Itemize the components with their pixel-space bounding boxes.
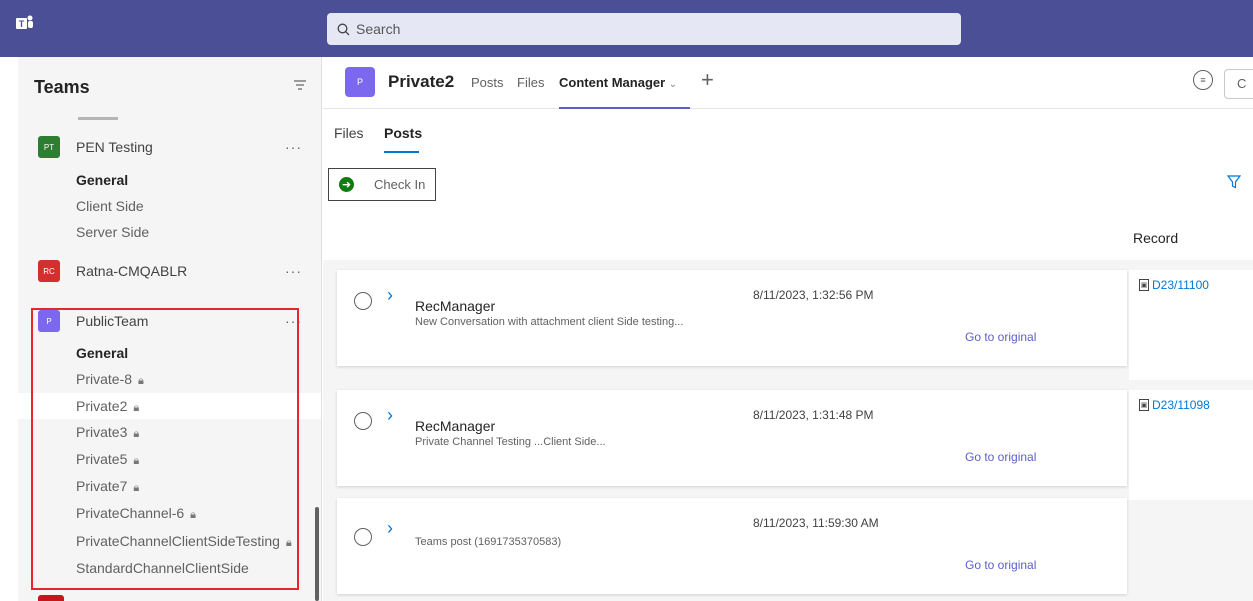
toolbar-area: Files Posts ➜ Check In Record [323,110,1253,260]
post-date: 8/11/2023, 1:32:56 PM [753,288,874,302]
check-in-label: Check In [374,177,426,192]
team-avatar: RC [38,260,60,282]
sidebar-header: Teams [18,57,321,117]
tab-label: Content Manager [559,75,666,90]
select-radio[interactable] [354,292,372,310]
record-link[interactable]: ▣ D23/11100 [1139,278,1209,292]
post-body: Private Channel Testing ...Client Side..… [415,436,606,448]
channel-title: Private2 [388,72,455,91]
title-bar: T Search [0,0,1253,57]
team-avatar: PT [38,136,60,158]
content-manager-panel: Files Posts ➜ Check In Record › RecManag… [323,110,1253,601]
subtab-posts[interactable]: Posts [384,125,422,141]
team-avatar-partial [38,595,64,601]
check-in-button[interactable]: ➜ Check In [328,168,436,201]
document-icon: ▣ [1139,399,1149,411]
teams-sidebar: Teams PT PEN Testing ··· General Client … [18,57,322,601]
more-options-icon[interactable]: ··· [285,139,302,155]
chevron-right-icon[interactable]: › [387,518,393,539]
search-icon [337,23,350,35]
add-tab-icon[interactable]: + [701,67,714,93]
search-input[interactable]: Search [327,13,961,45]
post-card[interactable]: › RecManager New Conversation with attac… [337,270,1127,366]
post-author: RecManager [415,298,496,314]
arrow-right-icon: ➜ [339,177,354,192]
record-cell: ▣ D23/11100 [1129,270,1253,380]
filter-icon[interactable] [293,78,307,96]
post-body: Teams post (1691735370583) [415,536,562,548]
go-to-original-link[interactable]: Go to original [965,330,1036,344]
scroll-fade [78,117,118,120]
team-name: Ratna-CMQABLR [76,263,188,279]
chevron-right-icon[interactable]: › [387,405,393,426]
chevron-right-icon[interactable]: › [387,285,393,306]
sidebar-title: Teams [34,76,90,97]
post-card[interactable]: › RecManager Private Channel Testing ...… [337,390,1127,486]
channel-client-side[interactable]: Client Side [76,193,144,219]
go-to-original-link[interactable]: Go to original [965,558,1036,572]
active-tab-indicator [559,107,690,109]
svg-text:T: T [19,19,25,29]
header-button-partial[interactable]: C [1224,69,1253,99]
channel-server-side[interactable]: Server Side [76,219,149,245]
chevron-down-icon[interactable]: ⌄ [669,79,677,90]
post-card[interactable]: › Teams post (1691735370583) 8/11/2023, … [337,498,1127,594]
team-pen-testing[interactable]: PT PEN Testing ··· [18,133,321,161]
subtab-files[interactable]: Files [334,125,364,141]
record-column-header: Record [1133,230,1179,246]
select-radio[interactable] [354,528,372,546]
record-cell: ▣ D23/11098 [1129,390,1253,500]
post-date: 8/11/2023, 11:59:30 AM [753,516,879,530]
highlight-annotation [31,308,299,590]
record-id: D23/11098 [1152,398,1210,412]
document-icon: ▣ [1139,279,1149,291]
team-ratna[interactable]: RC Ratna-CMQABLR ··· [18,257,321,285]
tab-content-manager[interactable]: Content Manager ⌄ [559,75,677,90]
tab-posts[interactable]: Posts [471,75,504,90]
more-options-icon[interactable]: ··· [285,263,302,279]
record-id: D23/11100 [1152,278,1209,292]
search-placeholder: Search [356,21,401,37]
chat-icon[interactable]: ≡ [1193,70,1213,90]
post-date: 8/11/2023, 1:31:48 PM [753,408,874,422]
channel-header: P Private2 Posts Files Content Manager ⌄… [323,57,1253,109]
channel-avatar: P [345,67,375,97]
team-name: PEN Testing [76,139,153,155]
channel-general[interactable]: General [76,167,128,193]
go-to-original-link[interactable]: Go to original [965,450,1036,464]
sidebar-scrollbar[interactable] [315,507,319,601]
post-author: RecManager [415,418,496,434]
filter-funnel-icon[interactable] [1226,175,1242,194]
record-link[interactable]: ▣ D23/11098 [1139,398,1210,412]
teams-logo-icon[interactable]: T [12,10,38,36]
subtab-indicator [384,151,419,153]
post-body: New Conversation with attachment client … [415,316,684,328]
select-radio[interactable] [354,412,372,430]
tab-files[interactable]: Files [517,75,544,90]
